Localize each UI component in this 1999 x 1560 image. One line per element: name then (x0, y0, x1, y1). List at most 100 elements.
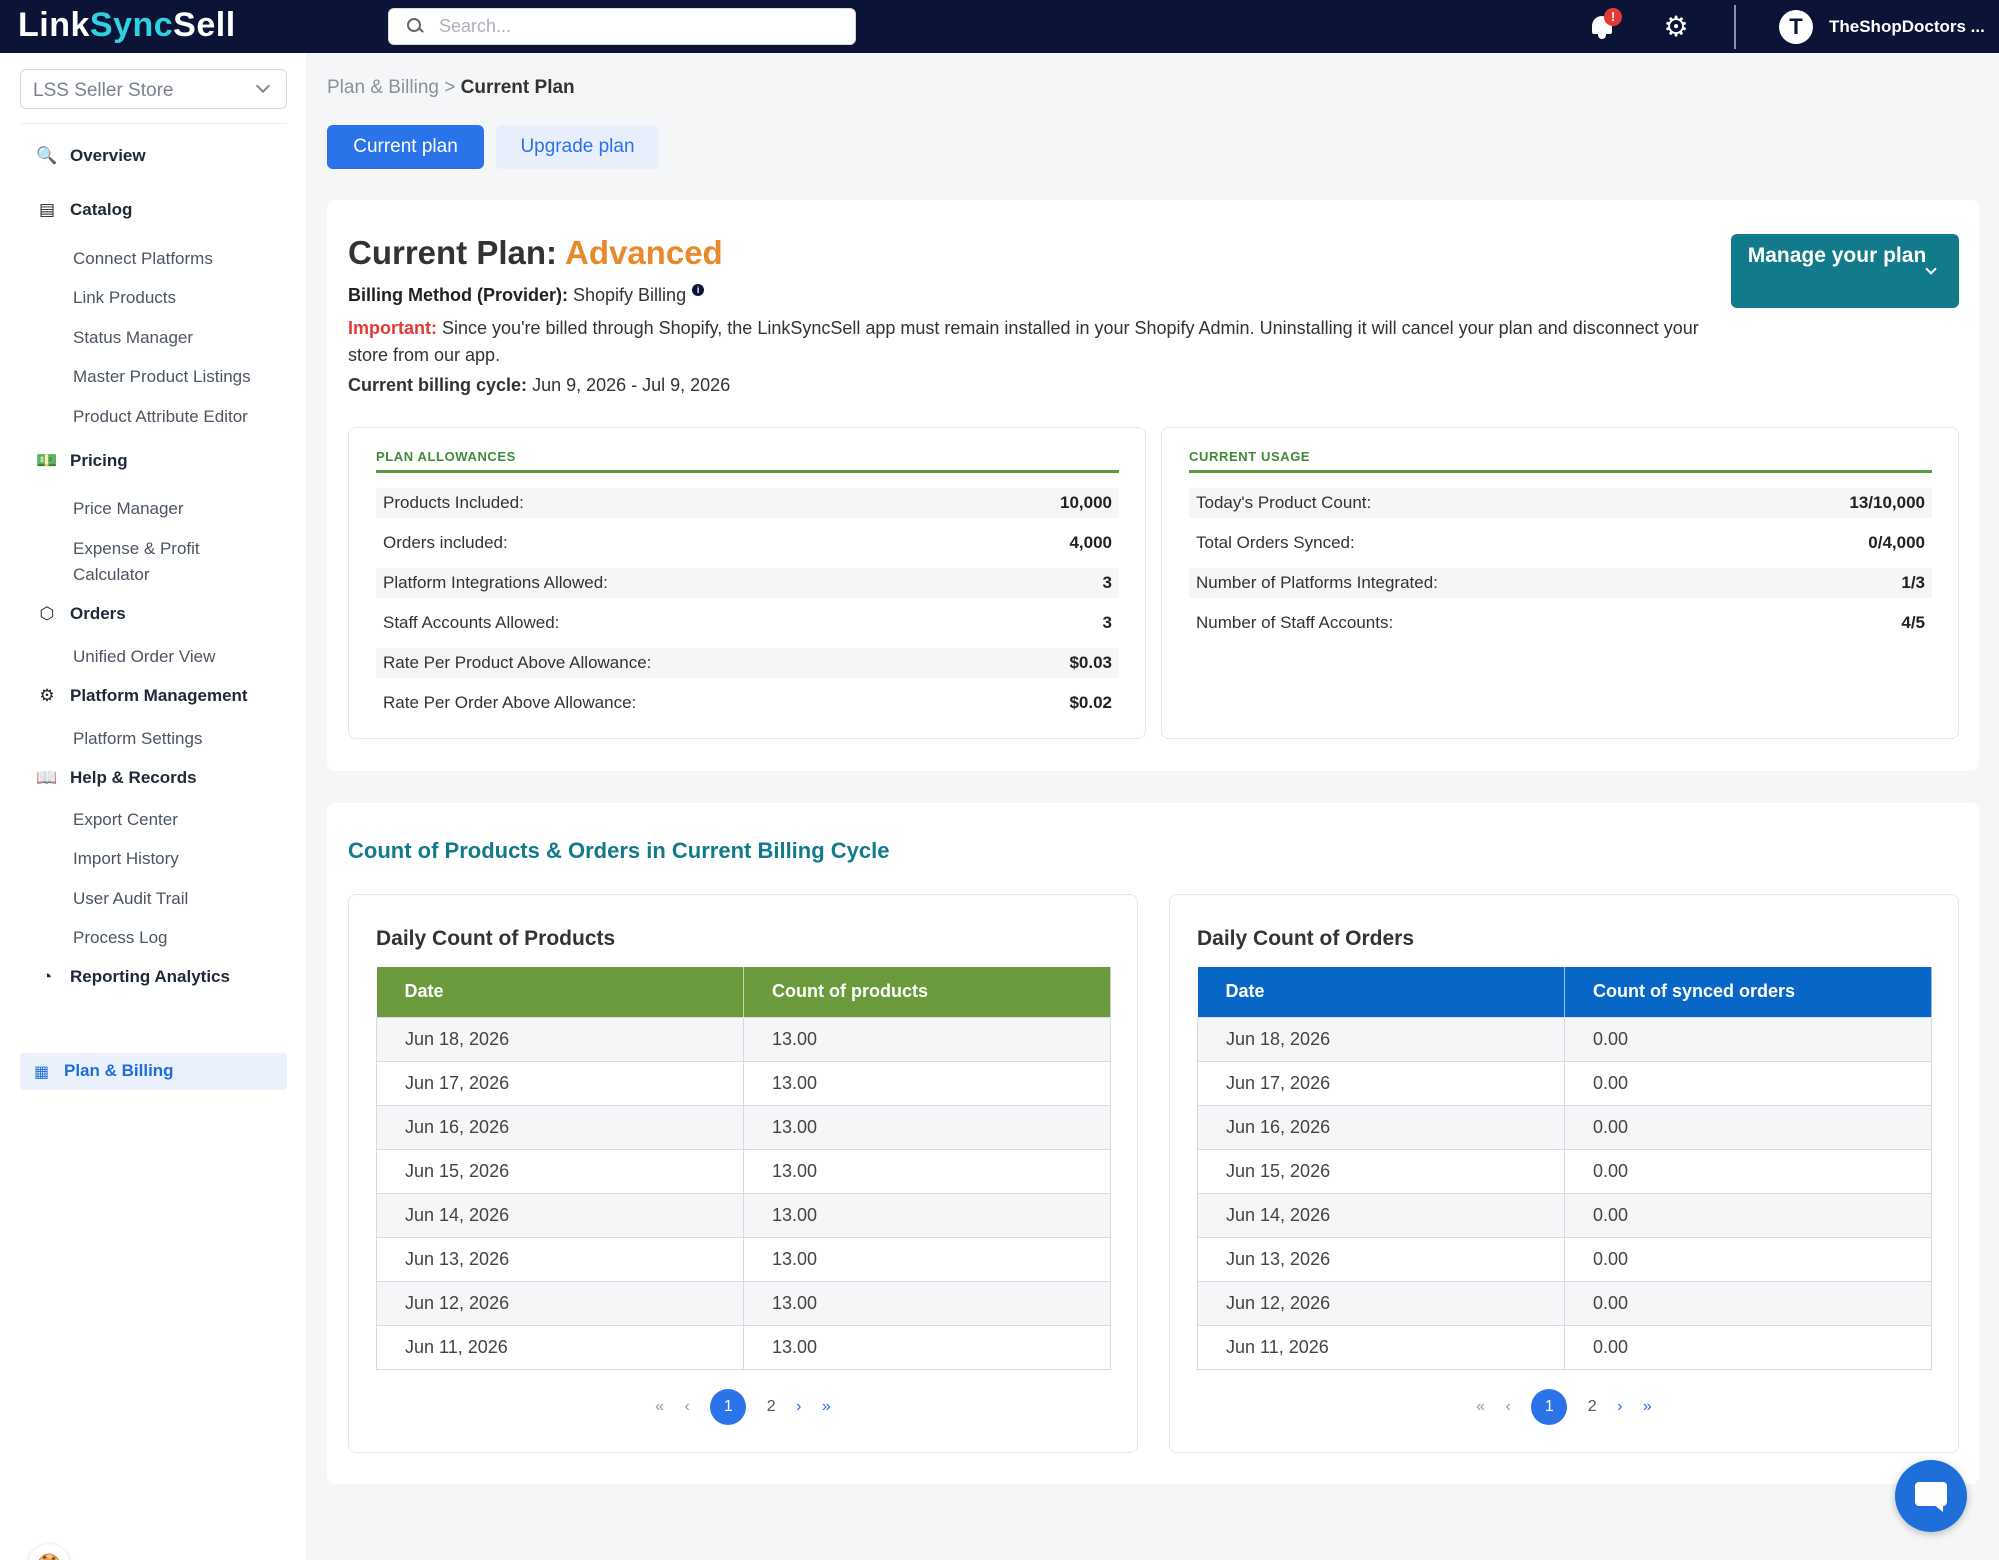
sidebar-item-price-manager[interactable]: Price Manager (73, 496, 184, 522)
table-row: Jun 14, 2026 0.00 (1197, 1192, 1932, 1238)
count-cell: 0.00 (1564, 1148, 1932, 1194)
allowance-row: Rate Per Order Above Allowance: $0.02 (383, 693, 1112, 712)
table-row: Jun 13, 2026 13.00 (376, 1236, 1111, 1282)
search-input[interactable] (439, 16, 839, 37)
count-cell: 13.00 (743, 1324, 1111, 1370)
plan-allowances-box: PLAN ALLOWANCES Products Included: 10,000… (348, 427, 1146, 739)
next-page-button[interactable]: › (1617, 1398, 1622, 1416)
allowance-row: Rate Per Product Above Allowance: $0.03 (376, 648, 1119, 678)
orders-table-title: Daily Count of Orders (1197, 927, 1415, 950)
cookie-icon[interactable]: 🍪 (28, 1544, 70, 1560)
store-selector[interactable]: LSS Seller Store (20, 69, 287, 109)
billing-cycle: Current billing cycle: Jun 9, 2026 - Jul… (348, 375, 731, 395)
app-logo[interactable]: LinkSyncSell (18, 6, 236, 45)
prev-page-button[interactable]: ‹ (1506, 1398, 1511, 1416)
page-2-button[interactable]: 2 (767, 1398, 776, 1416)
date-cell: Jun 14, 2026 (1197, 1192, 1565, 1238)
orders-count-box: Daily Count of Orders Date Count of sync… (1169, 894, 1959, 1453)
prev-page-button[interactable]: ‹ (685, 1398, 690, 1416)
usage-row: Today's Product Count: 13/10,000 (1189, 488, 1932, 518)
important-notice: Important: Since you're billed through S… (348, 318, 1699, 365)
table-row: Jun 17, 2026 0.00 (1197, 1060, 1932, 1106)
sidebar-section-catalog[interactable]: ▤ Catalog (36, 199, 132, 221)
breadcrumb-parent[interactable]: Plan & Billing (327, 77, 439, 98)
usage-row: Total Orders Synced: 0/4,000 (1196, 533, 1925, 552)
date-cell: Jun 17, 2026 (376, 1060, 744, 1106)
sidebar-item-user-audit[interactable]: User Audit Trail (73, 886, 188, 912)
counts-card: Count of Products & Orders in Current Bi… (327, 803, 1979, 1484)
breadcrumb: Plan & Billing > Current Plan (327, 77, 575, 98)
plan-name: Advanced (564, 234, 723, 271)
first-page-button[interactable]: « (655, 1398, 664, 1416)
user-menu[interactable]: TheShopDoctors ... (1829, 17, 1985, 37)
page-1-button[interactable]: 1 (710, 1389, 747, 1425)
divider (1734, 5, 1736, 49)
date-cell: Jun 18, 2026 (376, 1016, 744, 1062)
date-cell: Jun 11, 2026 (1197, 1324, 1565, 1370)
last-page-button[interactable]: » (1643, 1398, 1652, 1416)
sidebar-section-orders[interactable]: ⬡ Orders (36, 603, 126, 625)
avatar[interactable]: T (1779, 10, 1813, 44)
count-cell: 0.00 (1564, 1060, 1932, 1106)
search-box[interactable] (388, 8, 856, 45)
products-table-title: Daily Count of Products (376, 927, 616, 950)
tab-upgrade-plan[interactable]: Upgrade plan (496, 125, 659, 169)
orders-pagination: « ‹ 1 2 › » (1170, 1389, 1958, 1425)
sidebar-item-connect-platforms[interactable]: Connect Platforms (73, 246, 213, 272)
products-table: Date Count of products Jun 18, 2026 13.00… (376, 967, 1111, 1370)
manage-plan-button[interactable]: Manage your plan (1731, 234, 1959, 308)
products-count-box: Daily Count of Products Date Count of pr… (348, 894, 1138, 1453)
sidebar-item-status-manager[interactable]: Status Manager (73, 325, 193, 351)
tab-current-plan[interactable]: Current plan (327, 125, 484, 169)
sidebar-item-process-log[interactable]: Process Log (73, 925, 168, 951)
chart-icon: ◔ (41, 967, 53, 986)
sidebar-section-platform-management[interactable]: ⚙ Platform Management (36, 685, 247, 707)
table-row: Jun 12, 2026 0.00 (1197, 1280, 1932, 1326)
top-bar: LinkSyncSell ! ⚙ T TheShopDoctors ... (0, 0, 1999, 53)
column-header-date[interactable]: Date (1197, 967, 1565, 1017)
catalog-icon: ▤ (38, 200, 56, 219)
last-page-button[interactable]: » (822, 1398, 831, 1416)
overview-icon: 🔍 (36, 146, 58, 165)
money-icon: 💵 (36, 451, 58, 470)
info-icon[interactable]: i (692, 284, 705, 296)
table-row: Jun 12, 2026 13.00 (376, 1280, 1111, 1326)
count-cell: 0.00 (1564, 1236, 1932, 1282)
sidebar-item-import-history[interactable]: Import History (73, 846, 179, 872)
column-header-count[interactable]: Count of synced orders (1564, 967, 1932, 1017)
column-header-date[interactable]: Date (376, 967, 744, 1017)
table-row: Jun 13, 2026 0.00 (1197, 1236, 1932, 1282)
page-title: Current Plan: Advanced (348, 234, 723, 271)
chat-icon[interactable] (1895, 1460, 1967, 1532)
gear-icon[interactable]: ⚙ (1662, 13, 1690, 41)
sidebar-section-pricing[interactable]: 💵 Pricing (36, 450, 127, 472)
date-cell: Jun 17, 2026 (1197, 1060, 1565, 1106)
sidebar-item-platform-settings[interactable]: Platform Settings (73, 726, 202, 752)
first-page-button[interactable]: « (1476, 1398, 1485, 1416)
column-header-count[interactable]: Count of products (743, 967, 1111, 1017)
date-cell: Jun 12, 2026 (376, 1280, 744, 1326)
sidebar-item-expense-profit[interactable]: Expense & Profit Calculator (73, 536, 200, 588)
products-pagination: « ‹ 1 2 › » (349, 1389, 1137, 1425)
page-1-button[interactable]: 1 (1531, 1389, 1568, 1425)
sidebar-item-master-listings[interactable]: Master Product Listings (73, 364, 251, 390)
sidebar-item-export-center[interactable]: Export Center (73, 807, 178, 833)
sidebar-item-unified-order[interactable]: Unified Order View (73, 644, 215, 670)
sidebar-section-reporting[interactable]: ◔ Reporting Analytics (36, 966, 230, 988)
date-cell: Jun 11, 2026 (376, 1324, 744, 1370)
notification-badge: ! (1604, 8, 1622, 26)
date-cell: Jun 16, 2026 (1197, 1104, 1565, 1150)
sidebar-item-link-products[interactable]: Link Products (73, 285, 176, 311)
usage-row: Number of Platforms Integrated: 1/3 (1189, 568, 1932, 598)
table-row: Jun 15, 2026 13.00 (376, 1148, 1111, 1194)
sidebar-item-attribute-editor[interactable]: Product Attribute Editor (73, 404, 248, 430)
platform-icon: ⚙ (39, 686, 55, 705)
sidebar-item-plan-billing[interactable]: ▦ Plan & Billing (20, 1053, 287, 1090)
next-page-button[interactable]: › (796, 1398, 801, 1416)
sidebar-section-help-records[interactable]: 📖 Help & Records (36, 767, 196, 789)
sidebar-item-overview[interactable]: 🔍 Overview (36, 145, 145, 167)
box-icon: ⬡ (39, 604, 55, 623)
table-row: Jun 16, 2026 0.00 (1197, 1104, 1932, 1150)
page-2-button[interactable]: 2 (1588, 1398, 1597, 1416)
count-cell: 0.00 (1564, 1280, 1932, 1326)
